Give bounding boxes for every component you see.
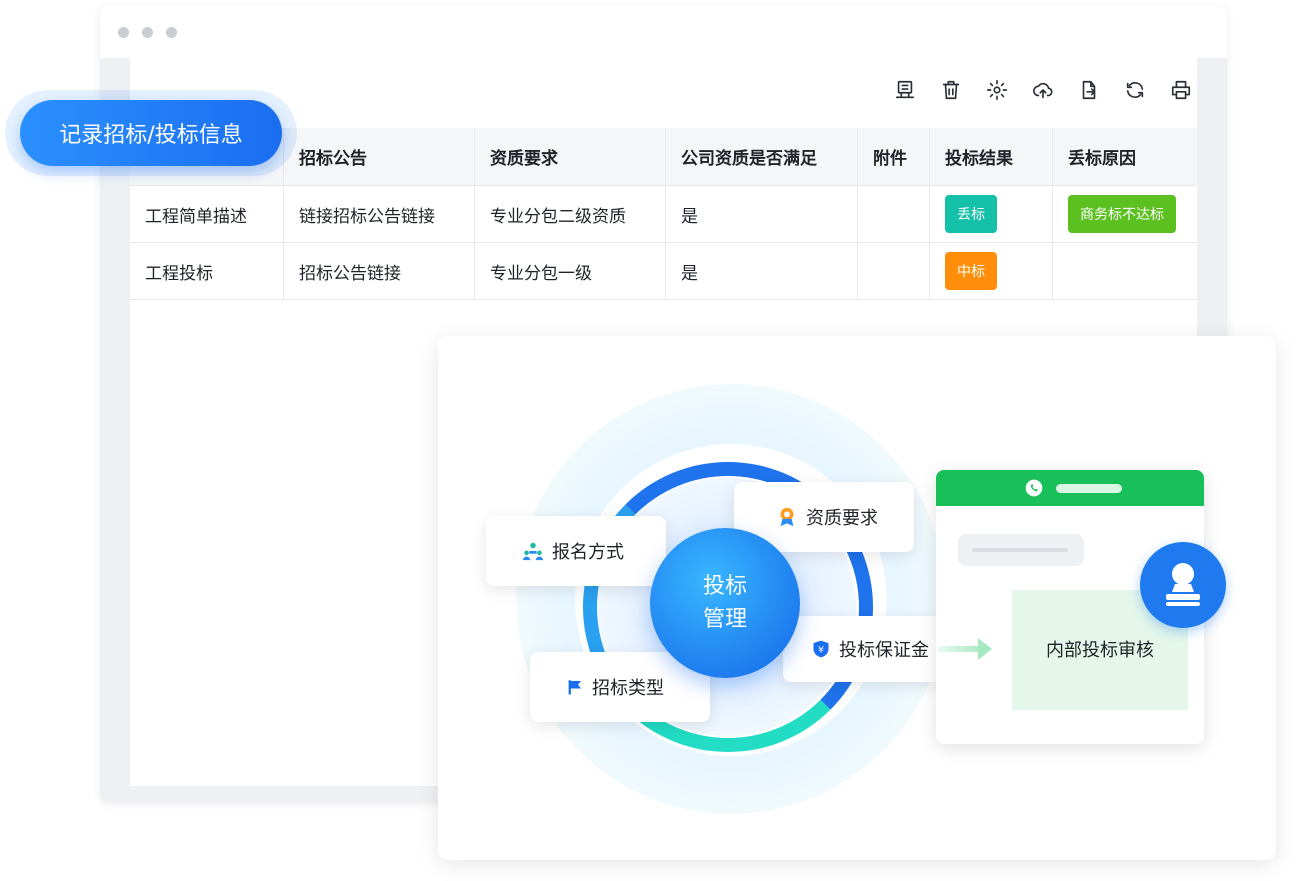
message-line xyxy=(972,548,1068,552)
cell-attachment[interactable] xyxy=(857,242,930,300)
chip-deposit-label: 投标保证金 xyxy=(839,640,929,661)
review-label: 内部投标审核 xyxy=(1046,640,1154,661)
award-icon xyxy=(780,507,794,527)
delete-icon[interactable] xyxy=(939,78,963,102)
chip-type-label: 招标类型 xyxy=(592,678,664,699)
center-hub-line1: 投标 xyxy=(702,574,747,599)
toolbar xyxy=(893,78,1193,108)
cell-notice[interactable]: 招标公告链接 xyxy=(283,242,475,300)
chat-bubble-icon xyxy=(1025,479,1043,497)
cell-reason xyxy=(1052,242,1197,300)
reason-badge: 商务标不达标 xyxy=(1068,195,1176,233)
cell-qualification: 专业分包二级资质 xyxy=(474,185,666,243)
status-badge-lost: 丢标 xyxy=(945,195,997,233)
cell-notice[interactable]: 链接招标公告链接 xyxy=(283,185,475,243)
flow-arrow-head xyxy=(978,638,992,660)
shield-icon: ¥ xyxy=(813,640,829,658)
export-icon[interactable] xyxy=(1077,78,1101,102)
svg-text:¥: ¥ xyxy=(818,644,824,655)
wechat-header xyxy=(936,470,1204,506)
upload-cloud-icon[interactable] xyxy=(1031,78,1055,102)
window-titlebar xyxy=(100,6,1227,58)
status-badge-won: 中标 xyxy=(945,252,997,290)
column-header-reason[interactable]: 丢标原因 xyxy=(1052,128,1197,186)
column-header-qualification[interactable]: 资质要求 xyxy=(474,128,666,186)
message-bubble xyxy=(958,534,1084,566)
table-row[interactable]: 工程投标 招标公告链接 专业分包一级 是 中标 xyxy=(130,242,1197,300)
flag-icon xyxy=(568,680,581,695)
cell-name: 工程投标 xyxy=(130,242,284,300)
refresh-icon[interactable] xyxy=(1123,78,1147,102)
settings-icon[interactable] xyxy=(985,78,1009,102)
chip-deposit[interactable]: ¥ 投标保证金 xyxy=(783,616,943,682)
cell-name: 工程简单描述 xyxy=(130,185,284,243)
column-header-meets[interactable]: 公司资质是否满足 xyxy=(665,128,858,186)
window-dot-minimize[interactable] xyxy=(142,27,153,38)
cell-meets: 是 xyxy=(665,185,858,243)
feature-tag-halo: 记录招标/投标信息 xyxy=(5,90,297,176)
chip-qualification-label: 资质要求 xyxy=(806,508,878,529)
print-icon[interactable] xyxy=(1169,78,1193,102)
form-icon[interactable] xyxy=(893,78,917,102)
column-header-attachment[interactable]: 附件 xyxy=(857,128,930,186)
cell-result: 中标 xyxy=(929,242,1053,300)
wechat-title-placeholder xyxy=(1056,484,1122,493)
bid-management-card: 报名方式 资质要求 招标类型 ¥ 投标保证金 投标 管理 内部投标审核 xyxy=(438,336,1276,860)
chip-signup[interactable]: 报名方式 xyxy=(486,516,666,586)
cell-meets: 是 xyxy=(665,242,858,300)
center-hub-line2: 管理 xyxy=(702,607,747,632)
column-header-notice[interactable]: 招标公告 xyxy=(283,128,475,186)
cell-reason: 商务标不达标 xyxy=(1052,185,1197,243)
table-row[interactable]: 工程简单描述 链接招标公告链接 专业分包二级资质 是 丢标 商务标不达标 xyxy=(130,185,1197,243)
column-header-result[interactable]: 投标结果 xyxy=(929,128,1053,186)
center-hub[interactable]: 投标 管理 xyxy=(650,528,800,678)
chip-signup-label: 报名方式 xyxy=(552,542,624,563)
cell-attachment[interactable] xyxy=(857,185,930,243)
avatar xyxy=(1140,542,1226,628)
cell-qualification: 专业分包一级 xyxy=(474,242,666,300)
user-icon xyxy=(1166,563,1200,606)
people-icon xyxy=(522,542,544,561)
feature-tag: 记录招标/投标信息 xyxy=(20,100,282,166)
cell-result: 丢标 xyxy=(929,185,1053,243)
window-dot-maximize[interactable] xyxy=(166,27,177,38)
window-dot-close[interactable] xyxy=(118,27,129,38)
